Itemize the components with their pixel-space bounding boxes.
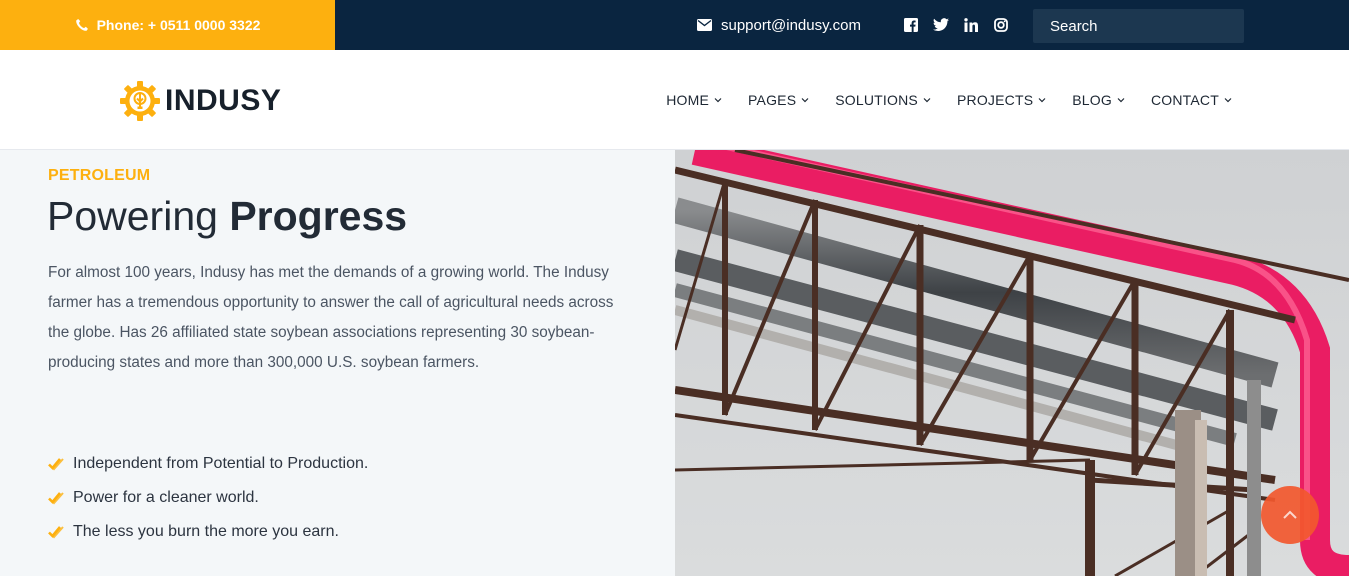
nav-item-label: BLOG (1072, 92, 1112, 108)
chevron-down-icon (714, 98, 722, 103)
chevron-up-icon (1283, 510, 1297, 519)
social-links (903, 0, 1009, 50)
chevron-down-icon (923, 98, 931, 103)
nav-item-label: HOME (666, 92, 710, 108)
pipeline-illustration (675, 150, 1349, 576)
intro-paragraph: For almost 100 years, Indusy has met the… (48, 264, 614, 371)
nav-item-projects[interactable]: PROJECTS (957, 92, 1046, 108)
chevron-down-icon (801, 98, 809, 103)
chevron-down-icon (1038, 98, 1046, 103)
main-header: INDUSY HOME PAGES SOLUTIONS PROJECTS BLO… (0, 50, 1349, 150)
section-eyebrow: PETROLEUM (48, 167, 151, 184)
site-logo[interactable]: INDUSY (120, 81, 281, 121)
search-box (1033, 9, 1249, 43)
phone-icon (75, 19, 88, 31)
chevron-down-icon (1224, 98, 1232, 103)
list-item: Independent from Potential to Production… (48, 447, 368, 481)
pipeline-photo (675, 150, 1349, 576)
email-link[interactable]: support@indusy.com (697, 0, 861, 50)
nav-item-home[interactable]: HOME (666, 92, 722, 108)
nav-item-label: CONTACT (1150, 92, 1219, 108)
page-title: Powering Progress (47, 193, 407, 240)
phone-label: Phone: + 0511 0000 3322 (96, 17, 261, 33)
nav-item-solutions[interactable]: SOLUTIONS (835, 92, 931, 108)
logo-text: INDUSY (165, 84, 282, 117)
list-item: Power for a cleaner world. (48, 481, 368, 515)
title-light: Powering (47, 193, 230, 239)
linkedin-icon[interactable] (963, 17, 979, 33)
nav-item-label: SOLUTIONS (835, 92, 918, 108)
list-item-label: The less you burn the more you earn. (73, 523, 339, 540)
nav-item-label: PAGES (748, 92, 797, 108)
phone-contact[interactable]: Phone: + 0511 0000 3322 (0, 0, 335, 50)
list-item-label: Power for a cleaner world. (73, 489, 259, 506)
list-item-label: Independent from Potential to Production… (73, 455, 369, 472)
double-check-icon (48, 492, 64, 505)
twitter-icon[interactable] (933, 17, 949, 33)
list-item: The less you burn the more you earn. (48, 515, 368, 549)
chevron-down-icon (1117, 98, 1125, 103)
hero-text-section: PETROLEUM Powering Progress For almost 1… (0, 150, 675, 576)
main-nav: HOME PAGES SOLUTIONS PROJECTS BLOG CONTA… (666, 50, 1232, 150)
search-input[interactable] (1050, 17, 1249, 35)
nav-item-pages[interactable]: PAGES (748, 92, 809, 108)
feature-checklist: Independent from Potential to Production… (48, 447, 368, 549)
nav-item-blog[interactable]: BLOG (1072, 92, 1125, 108)
double-check-icon (48, 526, 64, 539)
facebook-icon[interactable] (903, 17, 919, 33)
double-check-icon (48, 458, 64, 471)
title-bold: Progress (229, 193, 408, 239)
scroll-to-top-button[interactable] (1261, 486, 1319, 544)
envelope-icon (697, 19, 712, 31)
nav-item-contact[interactable]: CONTACT (1151, 92, 1232, 108)
nav-item-label: PROJECTS (956, 92, 1034, 108)
email-address: support@indusy.com (721, 16, 862, 34)
gear-logo-icon (120, 81, 160, 121)
instagram-icon[interactable] (993, 17, 1009, 33)
top-bar: Phone: + 0511 0000 3322 support@indusy.c… (0, 0, 1349, 50)
